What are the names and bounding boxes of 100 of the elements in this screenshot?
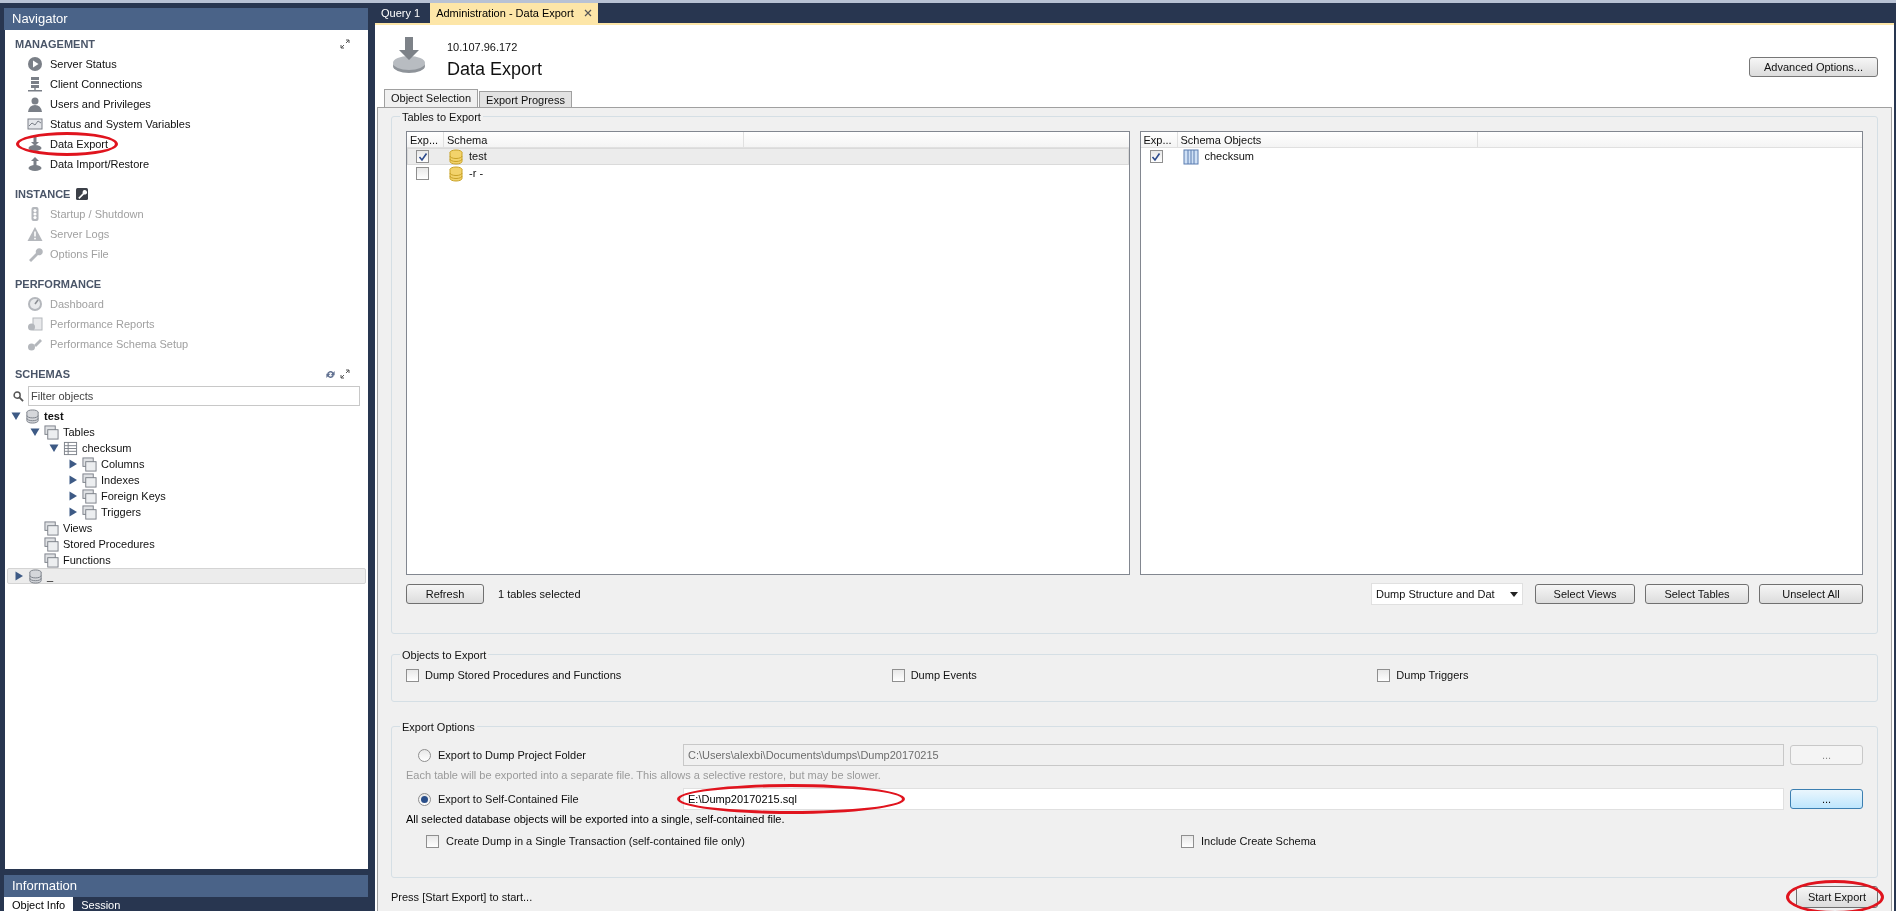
selection-count: 1 tables selected — [498, 586, 582, 602]
database-icon — [449, 148, 463, 165]
tab[interactable]: Object Selection — [384, 89, 479, 107]
section-heading: INSTANCE — [15, 186, 71, 202]
action-button[interactable]: Unselect All — [1759, 584, 1863, 604]
checkbox[interactable] — [426, 834, 439, 848]
hint-text: Each table will be exported into a separate file. This allows a selective restore, but may be slower. — [406, 768, 882, 783]
tab[interactable]: Query 1 — [375, 3, 427, 23]
tab[interactable]: Administration - Data Export — [430, 3, 598, 23]
play-icon — [27, 56, 43, 72]
path-field[interactable]: E:\Dump20170215.sql — [683, 788, 1784, 810]
expand-icon — [340, 39, 350, 49]
table-cell-text: test — [469, 149, 487, 165]
nav-item[interactable]: Data Export — [50, 138, 109, 150]
radio-label: Export to Self-Contained File — [438, 791, 580, 807]
tree-item[interactable]: Views — [63, 519, 93, 537]
tree-item[interactable]: Stored Procedures — [63, 535, 155, 553]
tree-item[interactable]: Tables — [63, 423, 95, 441]
option-label: Dump Stored Procedures and Functions — [425, 668, 622, 683]
tree-item[interactable]: Functions — [63, 551, 111, 569]
panel-title: Information — [12, 877, 78, 896]
refresh-icon — [325, 368, 336, 380]
nav-item[interactable]: Client Connections — [50, 78, 143, 90]
radio-button[interactable] — [418, 748, 431, 762]
tree-item[interactable]: checksum — [82, 439, 132, 457]
tree-item[interactable]: _ — [47, 567, 54, 585]
tree-item[interactable]: Indexes — [101, 471, 140, 489]
column-header[interactable]: Exp... — [407, 132, 444, 147]
expand-arrow-icon[interactable] — [68, 507, 78, 517]
tab[interactable]: Object Info — [4, 897, 74, 911]
expand-icon — [340, 369, 350, 379]
dump-mode-dropdown[interactable]: Dump Structure and Dat — [1371, 583, 1523, 605]
user-icon — [27, 96, 43, 112]
nav-item[interactable]: Status and System Variables — [50, 118, 191, 130]
folder-icon — [82, 472, 97, 488]
nav-item[interactable]: Data Import/Restore — [50, 158, 150, 170]
wrench-icon — [76, 188, 89, 200]
database-icon — [28, 568, 43, 584]
database-icon — [25, 408, 40, 424]
checkbox[interactable] — [406, 668, 419, 682]
start-export-button[interactable]: Start Export — [1796, 886, 1878, 908]
database-icon — [449, 165, 463, 182]
section-heading: SCHEMAS — [15, 366, 70, 382]
tab[interactable]: Session — [73, 897, 129, 911]
folder-icon — [44, 424, 59, 440]
collapse-arrow-icon[interactable] — [30, 427, 40, 437]
collapse-arrow-icon[interactable] — [11, 411, 21, 421]
wrench-icon — [27, 246, 43, 262]
action-button[interactable]: Select Tables — [1645, 584, 1749, 604]
tree-item[interactable]: Columns — [101, 455, 145, 473]
checkbox[interactable] — [1149, 150, 1163, 163]
warning-icon — [27, 226, 43, 242]
tools-icon — [27, 336, 43, 352]
panel-title: Navigator — [12, 10, 68, 29]
nav-item[interactable]: Users and Privileges — [50, 98, 151, 110]
server-icon — [27, 76, 43, 92]
expand-arrow-icon[interactable] — [68, 475, 78, 485]
selected-row[interactable]: test — [407, 148, 1129, 165]
gauge-icon — [27, 296, 43, 312]
hint-text: All selected database objects will be exported into a single, self-contained file. — [406, 812, 786, 827]
tab[interactable]: Export Progress — [479, 91, 572, 107]
nav-item[interactable]: Server Status — [50, 58, 117, 70]
tree-item[interactable]: Foreign Keys — [101, 487, 166, 505]
checkbox[interactable] — [416, 150, 429, 163]
column-header[interactable]: Schema Objects — [1177, 132, 1478, 147]
folder-icon — [44, 536, 59, 552]
import-icon — [27, 156, 43, 172]
column-header[interactable]: Exp... — [1140, 132, 1178, 147]
tree-item[interactable]: test — [44, 407, 64, 425]
expand-arrow-icon[interactable] — [68, 459, 78, 469]
folder-icon — [82, 504, 97, 520]
host-address: 10.107.96.172 — [447, 40, 519, 55]
refresh-button[interactable]: Refresh — [406, 584, 484, 604]
action-button[interactable]: Select Views — [1535, 584, 1635, 604]
checkbox[interactable] — [1181, 834, 1194, 848]
page-title: Data Export — [447, 57, 544, 81]
close-icon[interactable] — [583, 9, 592, 17]
search-icon — [13, 390, 24, 402]
option-label: Dump Triggers — [1396, 668, 1469, 683]
search-field[interactable]: Filter objects — [28, 386, 360, 406]
checkbox[interactable] — [416, 167, 429, 180]
folder-icon — [82, 456, 97, 472]
path-field[interactable]: C:\Users\alexbi\Documents\dumps\Dump20170215 — [683, 744, 1784, 766]
monitor-icon — [27, 116, 43, 132]
column-header[interactable]: Schema — [444, 132, 744, 147]
reports-icon — [27, 316, 43, 332]
advanced-options-button[interactable]: Advanced Options... — [1748, 57, 1878, 77]
checkbox[interactable] — [891, 668, 905, 682]
expand-arrow-icon[interactable] — [14, 571, 24, 581]
expand-arrow-icon[interactable] — [68, 491, 78, 501]
tree-item[interactable]: Triggers — [101, 503, 141, 521]
selected-row[interactable]: _ — [7, 568, 366, 584]
browse-button[interactable]: ... — [1790, 789, 1863, 809]
folder-icon — [44, 552, 59, 568]
radio-label: Export to Dump Project Folder — [438, 747, 587, 763]
status-message: Press [Start Export] to start... — [391, 889, 534, 905]
collapse-arrow-icon[interactable] — [49, 443, 59, 453]
checkbox[interactable] — [1377, 668, 1391, 682]
radio-button[interactable] — [418, 792, 431, 806]
table-cell-text: -r - — [469, 166, 484, 182]
